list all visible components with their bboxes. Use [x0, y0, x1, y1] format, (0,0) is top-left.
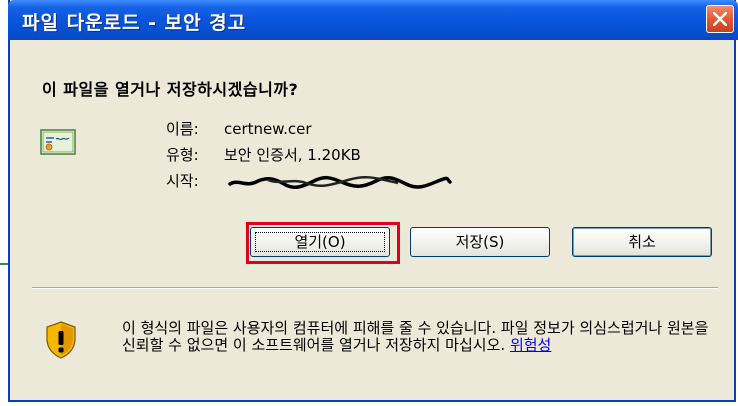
file-type-value: 보안 인증서, 1.20KB	[224, 146, 361, 164]
divider	[32, 287, 718, 289]
file-name-row: 이름: certnew.cer	[166, 116, 452, 142]
warning-text: 이 형식의 파일은 사용자의 컴퓨터에 피해를 줄 수 있습니다. 파일 정보가…	[122, 319, 709, 354]
close-button[interactable]	[706, 5, 734, 33]
dialog-question: 이 파일을 열거나 저장하시겠습니까?	[42, 80, 299, 99]
file-download-dialog: 파일 다운로드 - 보안 경고 이 파일을 열거나 저장하시겠습니까? 이름: c…	[8, 0, 738, 402]
file-type-label: 유형:	[166, 146, 199, 164]
save-button[interactable]: 저장(S)	[410, 227, 550, 257]
file-type-row: 유형: 보안 인증서, 1.20KB	[166, 142, 452, 168]
window-title: 파일 다운로드 - 보안 경고	[22, 12, 247, 34]
file-source-label: 시작:	[166, 172, 199, 190]
close-icon	[713, 12, 727, 26]
shield-warning-icon	[46, 321, 76, 359]
security-warning: 이 형식의 파일은 사용자의 컴퓨터에 피해를 줄 수 있습니다. 파일 정보가…	[122, 320, 712, 354]
title-bar[interactable]: 파일 다운로드 - 보안 경고	[8, 0, 738, 40]
cancel-button-label: 취소	[628, 233, 656, 251]
file-name-label: 이름:	[166, 120, 199, 138]
file-source-row: 시작:	[166, 168, 452, 194]
risk-link[interactable]: 위험성	[510, 336, 551, 354]
open-button-highlight	[246, 222, 400, 264]
redacted-source-value	[228, 175, 452, 189]
file-info: 이름: certnew.cer 유형: 보안 인증서, 1.20KB 시작:	[166, 116, 452, 194]
cancel-button[interactable]: 취소	[572, 227, 712, 257]
certificate-icon	[40, 129, 76, 155]
save-button-label: 저장(S)	[455, 233, 505, 251]
file-name-value: certnew.cer	[224, 120, 312, 138]
